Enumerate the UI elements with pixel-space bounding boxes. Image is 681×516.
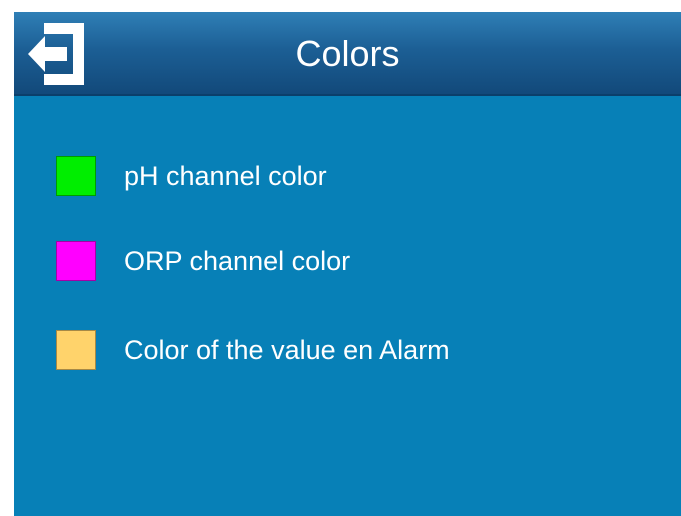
exit-arrow-icon (28, 23, 84, 85)
back-button[interactable] (18, 16, 94, 92)
header-bar: Colors (14, 12, 681, 96)
colors-screen: Colors pH channel color ORP channel colo… (14, 12, 681, 516)
alarm-color-swatch[interactable] (56, 330, 96, 370)
orp-channel-color-label: ORP channel color (124, 246, 351, 276)
orp-color-swatch[interactable] (56, 241, 96, 281)
alarm-value-color-label: Color of the value en Alarm (124, 335, 450, 365)
ph-color-swatch[interactable] (56, 156, 96, 196)
page-title: Colors (295, 33, 400, 74)
ph-channel-color-label: pH channel color (124, 161, 327, 191)
